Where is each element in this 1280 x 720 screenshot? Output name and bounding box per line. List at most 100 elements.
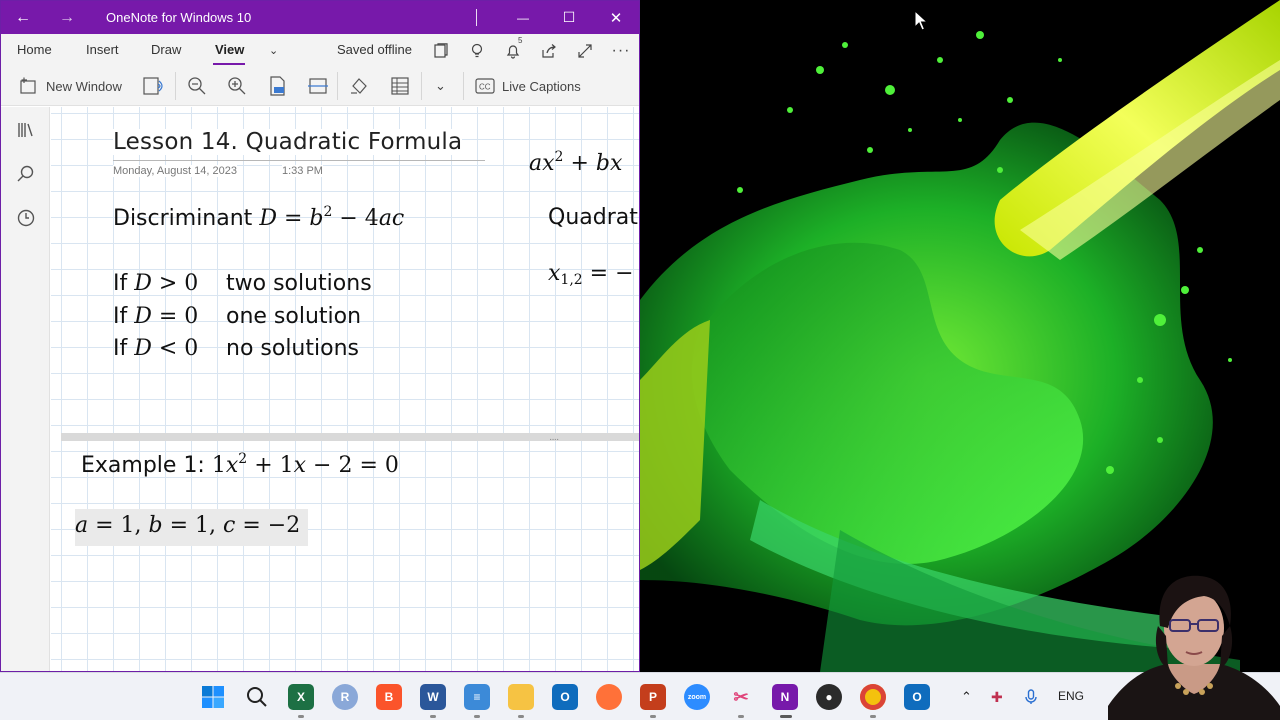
captions-icon: CC bbox=[475, 78, 495, 94]
brave-browser-icon[interactable]: B bbox=[376, 684, 402, 710]
chrome-icon[interactable] bbox=[860, 684, 886, 710]
share-icon[interactable] bbox=[539, 41, 559, 61]
presenter-image bbox=[1108, 575, 1280, 720]
tab-home[interactable]: Home bbox=[17, 42, 52, 57]
discriminant-formula: D bbox=[259, 206, 277, 231]
windows-start-icon[interactable] bbox=[200, 684, 226, 710]
immersive-reader-icon bbox=[143, 77, 163, 95]
zoom-in-button[interactable] bbox=[227, 75, 247, 97]
discriminant-word: Discriminant bbox=[113, 206, 253, 231]
running-indicator bbox=[518, 715, 524, 718]
case-result: no solutions bbox=[226, 336, 359, 361]
running-indicator bbox=[650, 715, 656, 718]
save-status: Saved offline bbox=[337, 42, 412, 57]
zoom-in-icon bbox=[228, 77, 246, 95]
zoom-out-button[interactable] bbox=[187, 75, 207, 97]
quadratic-heading-fragment[interactable]: Quadrat bbox=[548, 205, 638, 230]
recent-notes-clock-icon[interactable] bbox=[15, 207, 37, 229]
page-title[interactable]: Lesson 14. Quadratic Formula bbox=[113, 129, 463, 155]
zoom-100-icon bbox=[270, 76, 285, 96]
drag-handle-icon[interactable]: ···· bbox=[549, 434, 559, 445]
active-app-indicator bbox=[780, 715, 792, 718]
notepad-icon[interactable]: ≡ bbox=[464, 684, 490, 710]
title-bar: ← → OneNote for Windows 10 — ☐ ✕ bbox=[1, 1, 639, 34]
running-indicator bbox=[298, 715, 304, 718]
notebooks-library-icon[interactable] bbox=[15, 119, 37, 141]
tab-draw[interactable]: Draw bbox=[151, 42, 181, 57]
notebook-icon[interactable] bbox=[431, 41, 451, 61]
live-captions-button[interactable]: CC Live Captions bbox=[475, 75, 581, 97]
navigation-rail bbox=[1, 107, 50, 671]
example-label: Example 1: bbox=[81, 453, 205, 478]
case-line-positive[interactable]: If D > 0 two solutions bbox=[113, 271, 372, 296]
forward-button[interactable]: → bbox=[45, 1, 89, 34]
running-indicator bbox=[738, 715, 744, 718]
zoom-icon[interactable]: zoom bbox=[684, 684, 710, 710]
obs-icon[interactable]: ● bbox=[816, 684, 842, 710]
snipping-tool-icon[interactable]: ✂ bbox=[728, 684, 754, 710]
case-result: one solution bbox=[226, 304, 362, 329]
onenote-taskbar-icon[interactable]: N bbox=[772, 684, 798, 710]
discriminant-line[interactable]: Discriminant D = b2 − 4ac bbox=[113, 204, 404, 231]
outlook-icon[interactable]: O bbox=[552, 684, 578, 710]
tray-app-icon[interactable]: ✚ bbox=[991, 689, 1003, 706]
minimize-icon: — bbox=[517, 10, 529, 25]
if-word: If bbox=[113, 336, 128, 361]
coefficients-line[interactable]: a = 1, b = 1, c = −2 bbox=[75, 513, 300, 538]
taskbar-search-icon[interactable] bbox=[244, 684, 270, 710]
back-button[interactable]: ← bbox=[1, 1, 45, 34]
maximize-icon: ☐ bbox=[562, 9, 576, 25]
rule-lines-button[interactable] bbox=[390, 75, 410, 97]
view-toolbar: New Window ⌄ CC Live Captions bbox=[1, 66, 639, 106]
page-canvas[interactable]: Lesson 14. Quadratic Formula Monday, Aug… bbox=[51, 107, 639, 671]
word-icon[interactable]: W bbox=[420, 684, 446, 710]
show-hidden-icons-chevron-icon[interactable]: ⌃ bbox=[961, 689, 972, 705]
back-arrow-icon: ← bbox=[15, 8, 31, 26]
new-window-button[interactable]: New Window bbox=[19, 75, 122, 97]
expand-icon[interactable] bbox=[575, 41, 595, 61]
title-underline bbox=[113, 160, 485, 161]
example-line[interactable]: Example 1: 1x2 + 1x − 2 = 0 bbox=[81, 451, 399, 478]
running-indicator bbox=[870, 715, 876, 718]
excel-icon[interactable]: X bbox=[288, 684, 314, 710]
notifications-bell-icon[interactable]: 5 bbox=[503, 36, 523, 61]
standard-form-equation-fragment[interactable]: ax2 + bx bbox=[529, 149, 622, 176]
taskbar: X R B W ≡ O P zoom ✂ N ● O ⌃ ✚ ENG bbox=[0, 672, 1280, 720]
toolbar-divider bbox=[421, 72, 422, 100]
close-icon: ✕ bbox=[609, 9, 623, 27]
maximize-button[interactable]: ☐ bbox=[547, 1, 591, 34]
page-time: 1:33 PM bbox=[282, 165, 323, 177]
case-line-zero[interactable]: If D = 0 one solution bbox=[113, 304, 361, 329]
firefox-icon[interactable] bbox=[596, 684, 622, 710]
webcam-presenter-overlay bbox=[1108, 556, 1280, 720]
case-result: two solutions bbox=[226, 271, 372, 296]
microphone-icon[interactable] bbox=[1025, 689, 1037, 708]
powerpoint-icon[interactable]: P bbox=[640, 684, 666, 710]
zoom-100-button[interactable] bbox=[268, 75, 288, 97]
rule-lines-icon bbox=[391, 77, 409, 95]
file-explorer-icon[interactable] bbox=[508, 684, 534, 710]
case-relation: = bbox=[158, 304, 178, 329]
running-indicator bbox=[430, 715, 436, 718]
page-width-button[interactable] bbox=[307, 75, 329, 97]
ribbon-expand-chevron-icon[interactable]: ⌄ bbox=[269, 44, 278, 57]
r-app-icon[interactable]: R bbox=[332, 684, 358, 710]
input-language[interactable]: ENG bbox=[1058, 689, 1084, 703]
more-options-icon[interactable]: ··· bbox=[611, 41, 631, 61]
more-tools-chevron-icon[interactable]: ⌄ bbox=[435, 75, 446, 97]
if-word: If bbox=[113, 304, 128, 329]
tab-insert[interactable]: Insert bbox=[86, 42, 119, 57]
minimize-button[interactable]: — bbox=[501, 1, 545, 34]
outlook-new-icon[interactable]: O bbox=[904, 684, 930, 710]
case-line-negative[interactable]: If D < 0 no solutions bbox=[113, 336, 359, 361]
screen: ← → OneNote for Windows 10 — ☐ ✕ Home In… bbox=[0, 0, 1280, 720]
page-color-button[interactable] bbox=[349, 75, 369, 97]
quadratic-formula-fragment[interactable]: x1,2 = − bbox=[548, 261, 634, 288]
immersive-reader-button[interactable] bbox=[143, 75, 165, 97]
close-button[interactable]: ✕ bbox=[594, 1, 638, 34]
lightbulb-icon[interactable] bbox=[467, 41, 487, 61]
toolbar-divider bbox=[337, 72, 338, 100]
page-color-icon bbox=[351, 78, 367, 94]
search-icon[interactable] bbox=[15, 163, 37, 185]
tab-view[interactable]: View bbox=[215, 42, 244, 57]
